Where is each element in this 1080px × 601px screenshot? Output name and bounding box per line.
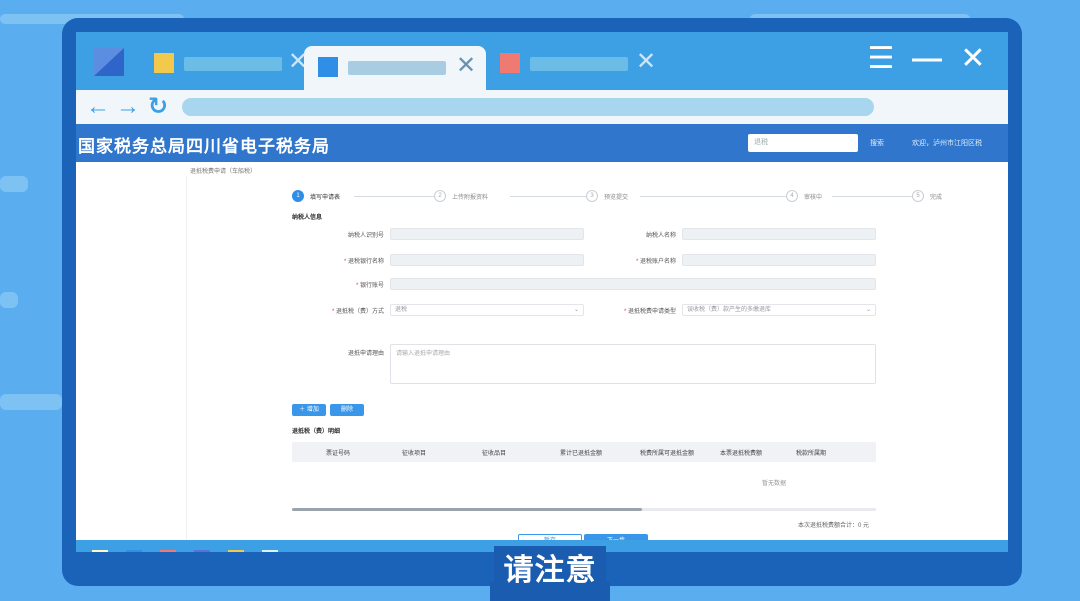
site-header: 国家税务总局四川省电子税务局 退税 搜索 欢迎，泸州市江阳区税	[76, 124, 1008, 162]
forward-icon[interactable]: →	[116, 92, 140, 122]
table-header-cell: 税费所属可退抵金额	[640, 451, 695, 457]
reload-icon[interactable]: ↻	[148, 92, 168, 122]
refund-type-label: * 退抵税费申请类型	[623, 309, 676, 315]
refund-account-name-field[interactable]	[682, 254, 876, 266]
chevron-down-icon: ⌄	[865, 307, 871, 313]
close-window-icon[interactable]: ✕	[956, 42, 990, 76]
taskbar-app-icon[interactable]	[262, 550, 278, 552]
step-1: 1 填写申请表	[292, 190, 340, 202]
background-stripe	[0, 176, 28, 192]
step-label: 审核中	[804, 194, 823, 201]
taxpayer-name-label: 纳税人名称	[645, 233, 676, 239]
step-label: 预览提交	[604, 194, 629, 201]
monitor-frame: ✕ ✕ ✕ ☰ — ✕ ← → ↻ 国家税务总局四川省电子税务局 退税 搜索 欢…	[62, 18, 1022, 586]
tab-3[interactable]: ✕	[486, 44, 656, 80]
tab-title-placeholder	[184, 57, 282, 71]
section-title-detail: 退抵税（费）明细	[292, 429, 341, 435]
step-number: 5	[912, 190, 924, 202]
menu-icon[interactable]: ☰	[864, 42, 898, 76]
tab-close-icon[interactable]: ✕	[456, 52, 476, 80]
table-header-cell: 累计已退抵金额	[560, 451, 603, 457]
bank-account-label: * 银行账号	[355, 283, 384, 289]
taxpayer-name-field[interactable]	[682, 228, 876, 240]
bank-account-field[interactable]	[390, 278, 876, 290]
tab-title-placeholder	[348, 61, 446, 75]
scrollbar-thumb[interactable]	[292, 508, 642, 511]
section-title-taxpayer: 纳税人信息	[292, 215, 323, 221]
table-header-cell: 本票退抵税费额	[720, 451, 763, 457]
delete-row-button[interactable]: 删除	[330, 404, 364, 416]
step-5: 5 完成	[912, 190, 942, 202]
step-label: 上传附报资料	[452, 194, 489, 201]
tab-favicon-icon	[500, 53, 520, 73]
back-icon[interactable]: ←	[86, 92, 110, 122]
caption-text: 请注意	[494, 546, 606, 601]
minimize-icon[interactable]: —	[910, 42, 944, 76]
table-header-cell: 征收项目	[402, 451, 427, 457]
chevron-down-icon: ⌄	[573, 307, 579, 313]
add-row-button[interactable]: ＋ 增加	[292, 404, 326, 416]
table-header-cell: 税款所属期	[796, 451, 827, 457]
tab-2[interactable]: ✕	[304, 46, 486, 90]
refund-method-value: 退税	[395, 307, 408, 313]
refund-type-value: 误收税（费）款产生的多缴退库	[687, 307, 772, 313]
progress-steps: 1 填写申请表 2 上传附报资料 3 预览提交 4 审核中 5 完成	[292, 190, 942, 204]
step-4: 4 审核中	[786, 190, 822, 202]
welcome-text: 欢迎，泸州市江阳区税	[912, 140, 982, 147]
site-search-button[interactable]: 搜索	[870, 138, 884, 148]
site-search-input[interactable]: 退税	[748, 134, 858, 152]
step-3: 3 预览提交	[586, 190, 628, 202]
address-bar-row: ← → ↻	[76, 90, 1008, 124]
table-header-cell: 征收品目	[482, 451, 507, 457]
table-scrollbar[interactable]	[292, 508, 876, 511]
taskbar-app-icon[interactable]	[228, 550, 244, 552]
background-stripe	[0, 394, 62, 410]
taskbar-app-icon[interactable]	[160, 550, 176, 552]
refund-bank-label: * 退税银行名称	[343, 259, 384, 265]
background-stripe	[0, 292, 18, 308]
step-number: 3	[586, 190, 598, 202]
taxpayer-id-label: 纳税人识别号	[347, 233, 384, 239]
taskbar-app-icon[interactable]	[194, 550, 210, 552]
taskbar-app-icon[interactable]	[92, 550, 108, 552]
table-header-cell: 票证号码	[326, 451, 351, 457]
step-label: 填写申请表	[310, 194, 341, 201]
reason-textarea[interactable]: 请输入退抵申请理由	[390, 344, 876, 384]
main-content: 退抵税费申请（车船税） 1 填写申请表 2 上传附报资料 3 预览提交 4 审核…	[76, 162, 1008, 548]
refund-method-label: * 退抵税（费）方式	[331, 309, 384, 315]
refund-bank-field[interactable]	[390, 254, 584, 266]
refund-account-name-label: * 退税账户名称	[635, 259, 676, 265]
taxpayer-id-field[interactable]	[390, 228, 584, 240]
tab-close-icon[interactable]: ✕	[636, 48, 656, 76]
step-number: 2	[434, 190, 446, 202]
browser-logo-icon	[94, 48, 124, 76]
url-input[interactable]	[182, 98, 874, 116]
step-number: 1	[292, 190, 304, 202]
step-connector	[510, 196, 586, 197]
step-number: 4	[786, 190, 798, 202]
step-connector	[640, 196, 786, 197]
step-2: 2 上传附报资料	[434, 190, 488, 202]
step-connector	[832, 196, 912, 197]
refund-method-select[interactable]: 退税 ⌄	[390, 304, 584, 316]
step-connector	[354, 196, 434, 197]
tab-title-placeholder	[530, 57, 628, 71]
tab-bar: ✕ ✕ ✕ ☰ — ✕	[76, 32, 1008, 90]
refund-type-select[interactable]: 误收税（费）款产生的多缴退库 ⌄	[682, 304, 876, 316]
detail-table-header: 票证号码 征收项目 征收品目 累计已退抵金额 税费所属可退抵金额 本票退抵税费额…	[292, 442, 876, 462]
step-label: 完成	[930, 194, 943, 201]
reason-label: 退抵申请理由	[347, 351, 384, 357]
empty-table-text: 暂无数据	[762, 481, 787, 487]
refund-total-text: 本次退抵税费额合计：0 元	[798, 523, 870, 529]
tab-1[interactable]: ✕	[140, 44, 308, 80]
browser-window: ✕ ✕ ✕ ☰ — ✕ ← → ↻ 国家税务总局四川省电子税务局 退税 搜索 欢…	[76, 32, 1008, 552]
tab-favicon-icon	[318, 57, 338, 77]
breadcrumb[interactable]: 退抵税费申请（车船税）	[190, 166, 256, 175]
divider	[186, 176, 187, 542]
site-title: 国家税务总局四川省电子税务局	[78, 137, 330, 156]
tab-favicon-icon	[154, 53, 174, 73]
taskbar-app-icon[interactable]	[126, 550, 142, 552]
